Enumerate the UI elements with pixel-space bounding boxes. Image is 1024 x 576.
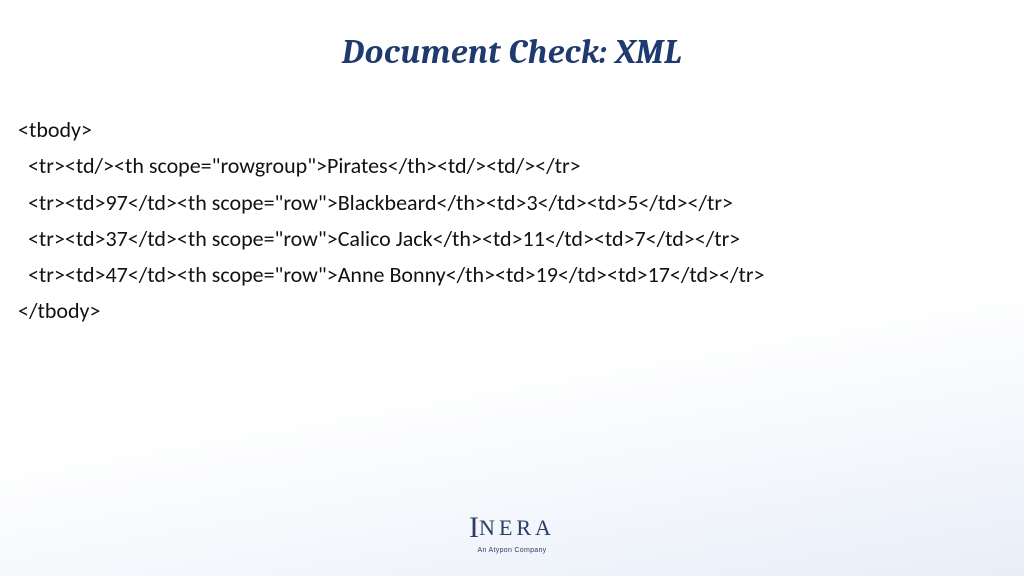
code-line: <tr><td>37</td><th scope="row">Calico Ja… xyxy=(18,221,1006,257)
code-line: <tbody> xyxy=(18,112,1006,148)
xml-code-block: <tbody> <tr><td/><th scope="rowgroup">Pi… xyxy=(0,72,1024,330)
inera-logo: INERA An Atypon Company xyxy=(469,511,555,554)
logo-text: INERA xyxy=(469,511,555,545)
code-line: <tr><td>97</td><th scope="row">Blackbear… xyxy=(18,185,1006,221)
logo-tagline: An Atypon Company xyxy=(469,547,555,554)
code-line: </tbody> xyxy=(18,293,1006,329)
code-line: <tr><td/><th scope="rowgroup">Pirates</t… xyxy=(18,148,1006,184)
slide-title: Document Check: XML xyxy=(0,0,1024,72)
code-line: <tr><td>47</td><th scope="row">Anne Bonn… xyxy=(18,257,1006,293)
logo-rest: NERA xyxy=(479,515,555,540)
